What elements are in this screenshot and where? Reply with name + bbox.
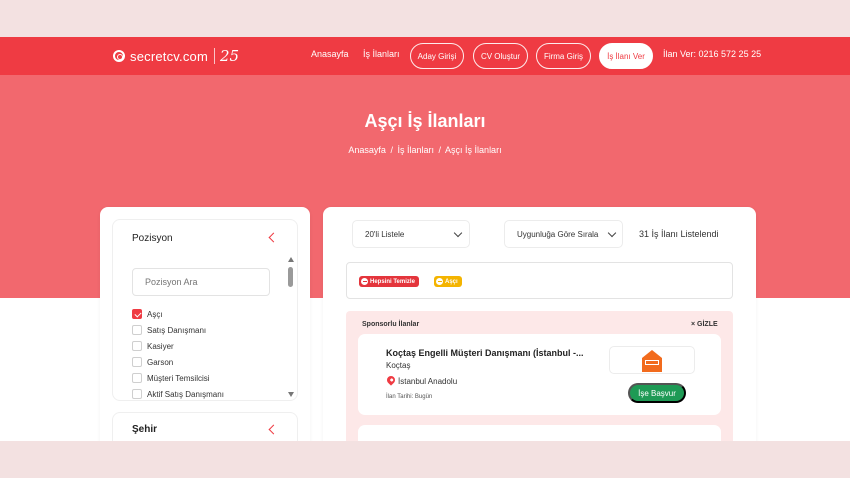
position-filter-title: Pozisyon (132, 233, 173, 244)
job-location: İstanbul Anadolu (398, 377, 458, 386)
breadcrumb-current: Aşçı İş İlanları (445, 145, 502, 155)
hide-sponsored-button[interactable]: × GİZLE (691, 321, 718, 328)
clear-all-filters-button[interactable]: Hepsini Temizle (359, 276, 419, 287)
breadcrumb: Anasayfa / İş İlanları / Aşçı İş İlanlar… (0, 145, 850, 155)
job-company: Koçtaş (386, 361, 411, 370)
job-listing-panel: 20'li Listele Uygunluğa Göre Sırala 31 İ… (323, 207, 756, 441)
company-login-button[interactable]: Firma Giriş (536, 43, 591, 69)
option-label: Satış Danışmanı (147, 325, 207, 335)
job-card[interactable]: Koçtaş Engelli Müşteri Danışmanı (İstanb… (358, 334, 721, 415)
option-label: Kasiyer (147, 341, 174, 351)
checkbox-icon[interactable] (132, 325, 142, 335)
breadcrumb-separator: / (390, 145, 393, 155)
position-filter: Pozisyon Aşçı Satış Danışmanı Kasiyer Ga… (112, 219, 298, 401)
active-filters: Hepsini Temizle Aşçı (346, 262, 733, 299)
filter-sidebar: Pozisyon Aşçı Satış Danışmanı Kasiyer Ga… (100, 207, 310, 441)
checkbox-icon[interactable] (132, 389, 142, 399)
scrollbar-thumb[interactable] (288, 267, 293, 287)
checkbox-icon[interactable] (132, 357, 142, 367)
breadcrumb-separator: / (438, 145, 442, 155)
position-option-aktif-satis-danismani[interactable]: Aktif Satış Danışmanı (132, 388, 224, 400)
job-date: İlan Tarihi: Bugün (386, 394, 433, 400)
minus-circle-icon (436, 278, 443, 285)
logo-swirl-icon (113, 50, 125, 62)
company-logo[interactable] (609, 346, 695, 374)
collapse-chevron-icon[interactable] (268, 232, 279, 243)
breadcrumb-jobs[interactable]: İş İlanları (397, 145, 434, 155)
filter-tag-asci[interactable]: Aşçı (434, 276, 462, 287)
minus-circle-icon (361, 278, 368, 285)
logo-text: secretcv.com (130, 48, 209, 64)
position-option-musteri-temsilcisi[interactable]: Müşteri Temsilcisi (132, 372, 210, 384)
chevron-down-icon (453, 228, 463, 238)
checkbox-checked-icon[interactable] (132, 309, 142, 319)
breadcrumb-home[interactable]: Anasayfa (348, 145, 386, 155)
top-navigation: secretcv.com 25 Anasayfa İş İlanları Ada… (0, 37, 850, 75)
post-job-button[interactable]: İş İlanı Ver (599, 43, 653, 69)
page-size-select[interactable]: 20'li Listele (352, 220, 470, 248)
option-label: Aşçı (147, 309, 163, 319)
position-option-garson[interactable]: Garson (132, 356, 173, 368)
position-option-satis-danismani[interactable]: Satış Danışmanı (132, 324, 206, 336)
checkbox-icon[interactable] (132, 373, 142, 383)
position-search-input[interactable] (132, 268, 270, 296)
scroll-up-arrow-icon[interactable] (288, 257, 294, 262)
nav-home-link[interactable]: Anasayfa (311, 49, 349, 59)
sponsored-label: Sponsorlu İlanlar (362, 321, 420, 328)
nav-jobs-link[interactable]: İş İlanları (363, 49, 400, 59)
sponsored-jobs: Sponsorlu İlanlar × GİZLE Koçtaş Engelli… (346, 311, 733, 441)
option-label: Aktif Satış Danışmanı (147, 389, 224, 399)
create-cv-button[interactable]: CV Oluştur (473, 43, 528, 69)
position-option-kasiyer[interactable]: Kasiyer (132, 340, 174, 352)
city-filter-title: Şehir (132, 424, 158, 435)
logo-divider (214, 48, 216, 64)
page-frame: secretcv.com 25 Anasayfa İş İlanları Ada… (0, 37, 850, 441)
option-label: Müşteri Temsilcisi (147, 373, 210, 383)
job-card[interactable] (358, 425, 721, 441)
candidate-login-button[interactable]: Aday Girişi (410, 43, 464, 69)
scroll-down-arrow-icon[interactable] (288, 392, 294, 397)
post-job-phone[interactable]: İlan Ver: 0216 572 25 25 (663, 49, 761, 59)
position-option-asci[interactable]: Aşçı (132, 308, 163, 320)
sort-select[interactable]: Uygunluğa Göre Sırala (504, 220, 623, 248)
location-pin-icon (385, 374, 397, 386)
job-title[interactable]: Koçtaş Engelli Müşteri Danışmanı (İstanb… (386, 348, 584, 358)
apply-button[interactable]: İşe Başvur (628, 383, 686, 403)
result-count: 31 İş İlanı Listelendi (639, 229, 719, 239)
filter-tag-label: Aşçı (445, 278, 458, 285)
clear-all-label: Hepsini Temizle (370, 278, 415, 285)
option-label: Garson (147, 357, 174, 367)
checkbox-icon[interactable] (132, 341, 142, 351)
city-filter[interactable]: Şehir (112, 412, 298, 441)
koctas-logo-icon (642, 350, 662, 372)
site-logo[interactable]: secretcv.com 25 (113, 45, 239, 67)
anniversary-badge: 25 (220, 47, 240, 65)
expand-chevron-icon[interactable] (268, 424, 279, 435)
sort-value: Uygunluğa Göre Sırala (517, 229, 599, 239)
chevron-down-icon (607, 228, 617, 238)
page-title: Aşçı İş İlanları (364, 111, 486, 131)
page-size-value: 20'li Listele (365, 229, 405, 239)
